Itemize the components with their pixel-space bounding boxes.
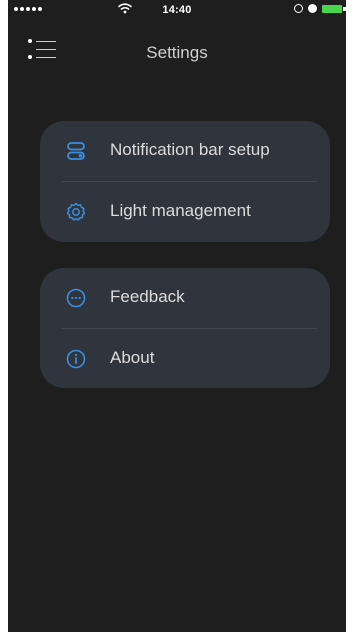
- about-item[interactable]: About: [40, 329, 330, 388]
- light-management-item[interactable]: Light management: [40, 182, 330, 242]
- battery-tip: [343, 6, 346, 11]
- toggle-icon: [67, 142, 85, 160]
- feedback-label: Feedback: [110, 287, 185, 306]
- settings-group-2: Feedback About: [40, 268, 330, 388]
- light-management-label: Light management: [110, 201, 251, 220]
- settings-group-1: Notification bar setup Light management: [40, 121, 330, 242]
- status-bar: 14:40: [8, 0, 346, 22]
- info-icon: [66, 349, 86, 369]
- nav-bar: Settings: [8, 30, 346, 76]
- about-label: About: [110, 348, 155, 367]
- battery-icon: [322, 4, 342, 13]
- page-title: Settings: [146, 43, 208, 62]
- notification-bar-setup-item[interactable]: Notification bar setup: [40, 121, 330, 181]
- gear-icon: [66, 202, 86, 221]
- app-screen: 14:40 Settings Notification bar setup Li…: [8, 0, 346, 632]
- chat-dots-icon: [66, 288, 86, 308]
- alarm-icon: [308, 4, 317, 13]
- feedback-item[interactable]: Feedback: [40, 268, 330, 328]
- notification-bar-setup-label: Notification bar setup: [110, 140, 270, 159]
- rotation-lock-icon: [294, 4, 303, 13]
- status-indicators: [294, 4, 346, 13]
